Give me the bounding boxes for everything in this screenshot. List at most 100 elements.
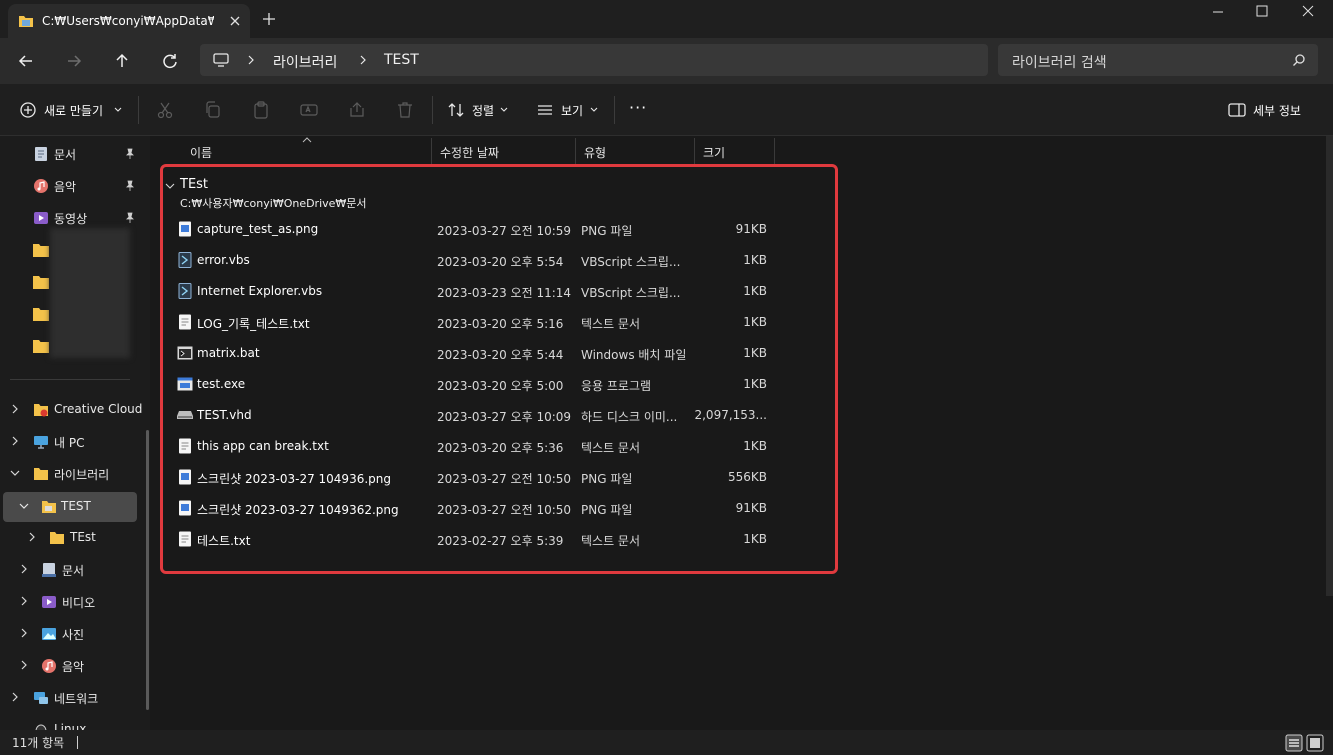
back-arrow-icon[interactable] xyxy=(13,48,39,74)
address-bar[interactable]: 라이브러리 TEST xyxy=(200,44,988,76)
sidebar-item-libraries[interactable]: 라이브러리 xyxy=(0,460,140,488)
folder-icon[interactable] xyxy=(33,339,49,353)
sidebar-item-label: 문서 xyxy=(54,148,77,162)
content-scrollbar[interactable] xyxy=(1326,136,1333,596)
column-header-label: 유형 xyxy=(584,146,607,160)
file-size: 1KB xyxy=(743,315,767,329)
sidebar-item-library-documents[interactable]: 문서 xyxy=(0,556,140,584)
music-icon xyxy=(34,179,48,193)
view-icon[interactable] xyxy=(535,100,555,120)
pin-icon[interactable] xyxy=(124,212,136,224)
column-header-size[interactable]: 크기 xyxy=(695,138,775,164)
file-size: 2,097,153... xyxy=(694,408,767,422)
search-icon[interactable] xyxy=(1292,53,1306,67)
file-row[interactable]: 스크린샷 2023-03-27 1049362.png 2023-03-27 오… xyxy=(170,494,770,522)
folder-icon[interactable] xyxy=(33,275,49,289)
file-size: 1KB xyxy=(743,284,767,298)
sidebar-item-creative-cloud[interactable]: Creative Cloud xyxy=(0,396,143,424)
pin-icon[interactable] xyxy=(124,180,136,192)
share-icon[interactable] xyxy=(347,100,367,120)
chevron-right-icon[interactable] xyxy=(10,436,20,446)
file-row[interactable]: TEST.vhd 2023-03-27 오후 10:09 하드 디스크 이미..… xyxy=(170,401,770,429)
paste-icon[interactable] xyxy=(251,100,271,120)
chevron-right-icon[interactable] xyxy=(19,564,29,574)
file-row[interactable]: capture_test_as.png 2023-03-27 오전 10:59 … xyxy=(170,215,770,243)
column-header-type[interactable]: 유형 xyxy=(576,138,695,164)
details-pane-icon[interactable] xyxy=(1227,100,1247,120)
sidebar-item-network[interactable]: 네트워크 xyxy=(0,684,140,712)
file-date: 2023-03-27 오전 10:50 xyxy=(437,503,572,517)
pin-icon[interactable] xyxy=(124,148,136,160)
cut-icon[interactable] xyxy=(155,100,175,120)
file-size: 556KB xyxy=(727,470,767,484)
sidebar-item-library-pictures[interactable]: 사진 xyxy=(0,620,140,648)
file-row[interactable]: 스크린샷 2023-03-27 104936.png 2023-03-27 오전… xyxy=(170,463,770,491)
file-row[interactable]: matrix.bat 2023-03-20 오후 5:44 Windows 배치… xyxy=(170,339,770,367)
chevron-right-icon xyxy=(360,55,366,65)
tab-current[interactable]: C:₩Users₩conyi₩AppData₩F xyxy=(8,4,250,38)
new-tab-icon[interactable] xyxy=(260,10,278,28)
folder-icon[interactable] xyxy=(33,307,49,321)
sidebar-item-library-music[interactable]: 음악 xyxy=(0,652,140,680)
forward-arrow-icon[interactable] xyxy=(61,48,87,74)
maximize-icon[interactable] xyxy=(1239,0,1285,24)
chevron-down-icon[interactable] xyxy=(19,501,29,511)
sidebar-item-label: TEst xyxy=(70,530,96,544)
sidebar-scrollbar[interactable] xyxy=(146,430,149,710)
sidebar-item-test-selected[interactable]: TEST xyxy=(3,492,137,522)
chevron-right-icon[interactable] xyxy=(10,692,20,702)
close-tab-icon[interactable] xyxy=(226,12,244,30)
title-bar: C:₩Users₩conyi₩AppData₩F xyxy=(0,0,1333,38)
text-file-icon xyxy=(179,531,191,547)
sort-icon[interactable] xyxy=(446,100,466,120)
sidebar-item-linux[interactable]: Linux xyxy=(0,716,140,730)
sidebar-item-documents[interactable]: 문서 xyxy=(0,140,140,168)
file-row[interactable]: Internet Explorer.vbs 2023-03-23 오전 11:1… xyxy=(170,277,770,305)
sort-button[interactable]: 정렬 xyxy=(472,102,494,119)
refresh-icon[interactable] xyxy=(157,48,183,74)
details-button[interactable]: 세부 정보 xyxy=(1253,102,1301,119)
status-bar: 11개 항목 xyxy=(0,730,1333,755)
more-options-button[interactable]: ··· xyxy=(629,98,647,117)
sidebar-item-music[interactable]: 음악 xyxy=(0,172,140,200)
details-view-icon[interactable] xyxy=(1285,734,1303,752)
chevron-right-icon[interactable] xyxy=(10,404,20,414)
delete-icon[interactable] xyxy=(395,100,415,120)
sidebar-item-this-pc[interactable]: 내 PC xyxy=(0,428,140,456)
file-row[interactable]: test.exe 2023-03-20 오후 5:00 응용 프로그램 1KB xyxy=(170,370,770,398)
folder-icon[interactable] xyxy=(33,243,49,257)
png-file-icon xyxy=(179,469,191,485)
column-header-name[interactable]: 이름 xyxy=(182,138,432,164)
up-arrow-icon[interactable] xyxy=(109,48,135,74)
chevron-down-icon[interactable] xyxy=(10,468,20,478)
search-placeholder: 라이브러리 검색 xyxy=(1012,55,1107,71)
column-header-date[interactable]: 수정한 날짜 xyxy=(432,138,576,164)
close-window-icon[interactable] xyxy=(1285,0,1331,24)
new-plus-icon[interactable] xyxy=(18,100,38,120)
sidebar-item-library-videos[interactable]: 비디오 xyxy=(0,588,140,616)
sidebar-item-label: Creative Cloud xyxy=(54,402,143,416)
chevron-right-icon[interactable] xyxy=(19,628,29,638)
file-date: 2023-03-27 오전 10:50 xyxy=(437,472,572,486)
chevron-right-icon[interactable] xyxy=(27,532,37,542)
search-input[interactable]: 라이브러리 검색 xyxy=(998,44,1318,76)
view-button[interactable]: 보기 xyxy=(561,102,583,119)
file-row[interactable]: error.vbs 2023-03-20 오후 5:54 VBScript 스크… xyxy=(170,246,770,274)
file-row[interactable]: this app can break.txt 2023-03-20 오후 5:3… xyxy=(170,432,770,460)
group-header-name[interactable]: TEst xyxy=(180,177,208,192)
chevron-down-icon[interactable] xyxy=(165,181,175,191)
minimize-icon[interactable] xyxy=(1195,0,1241,24)
file-row[interactable]: LOG_기록_테스트.txt 2023-03-20 오후 5:16 텍스트 문서… xyxy=(170,308,770,336)
breadcrumb-test[interactable]: TEST xyxy=(384,52,419,68)
group-header-path: C:₩사용자₩conyi₩OneDrive₩문서 xyxy=(180,197,367,210)
breadcrumb-library[interactable]: 라이브러리 xyxy=(273,52,337,72)
sidebar-item-test-folder[interactable]: TEst xyxy=(0,524,140,552)
copy-icon[interactable] xyxy=(203,100,223,120)
chevron-right-icon[interactable] xyxy=(19,596,29,606)
rename-icon[interactable] xyxy=(299,100,319,120)
sidebar-item-label: TEST xyxy=(61,499,91,513)
chevron-right-icon[interactable] xyxy=(19,660,29,670)
tiles-view-icon[interactable] xyxy=(1306,734,1324,752)
new-button[interactable]: 새로 만들기 xyxy=(44,102,103,119)
file-row[interactable]: 테스트.txt 2023-02-27 오후 5:39 텍스트 문서 1KB xyxy=(170,525,770,553)
